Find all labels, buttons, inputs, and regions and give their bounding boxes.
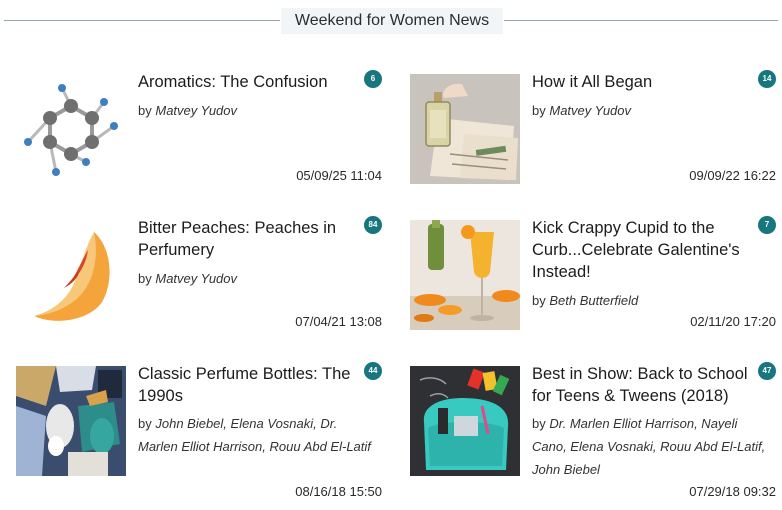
article-headline[interactable]: Bitter Peaches: Peaches in Perfumery [138, 217, 360, 261]
peach-slice-icon [16, 220, 126, 330]
section-header: Weekend for Women News [0, 6, 782, 38]
article-card: How it All Began 14 by Matvey Yudov 09/0… [410, 70, 776, 190]
header-divider-left [4, 20, 280, 21]
byline: by Matvey Yudov [532, 99, 772, 122]
perfume-bottles-collage-icon [16, 366, 126, 476]
author-names[interactable]: John Biebel, Elena Vosnaki, Dr. Marlen E… [138, 416, 371, 454]
byline-prefix: by [532, 103, 546, 118]
section-title: Weekend for Women News [281, 8, 503, 34]
article-card: Kick Crappy Cupid to the Curb...Celebrat… [410, 216, 776, 336]
article-date: 07/29/18 09:32 [689, 484, 776, 499]
author-names[interactable]: Matvey Yudov [155, 103, 237, 118]
mimosa-glass-oranges-icon [410, 220, 520, 330]
byline-prefix: by [532, 293, 546, 308]
article-thumbnail[interactable] [16, 74, 126, 184]
article-card: Classic Perfume Bottles: The 1990s 44 by… [16, 362, 382, 499]
comment-count-badge[interactable]: 84 [364, 216, 382, 234]
byline-prefix: by [532, 416, 546, 431]
article-headline[interactable]: Best in Show: Back to School for Teens &… [532, 363, 754, 407]
author-names[interactable]: Matvey Yudov [155, 271, 237, 286]
article-thumbnail[interactable] [16, 366, 126, 476]
author-names[interactable]: Beth Butterfield [549, 293, 638, 308]
backpack-chalkboard-icon [410, 366, 520, 476]
byline-prefix: by [138, 271, 152, 286]
article-card: Bitter Peaches: Peaches in Perfumery 84 … [16, 216, 382, 336]
byline: by Dr. Marlen Elliot Harrison, Nayeli Ca… [532, 412, 772, 481]
byline-prefix: by [138, 103, 152, 118]
comment-count-badge[interactable]: 6 [364, 70, 382, 88]
article-card: Aromatics: The Confusion 6 by Matvey Yud… [16, 70, 382, 190]
article-card: Best in Show: Back to School for Teens &… [410, 362, 776, 499]
article-thumbnail[interactable] [16, 220, 126, 330]
article-headline[interactable]: How it All Began [532, 71, 754, 93]
article-headline[interactable]: Aromatics: The Confusion [138, 71, 360, 93]
byline: by Beth Butterfield [532, 289, 772, 312]
header-divider-right [504, 20, 778, 21]
article-date: 07/04/21 13:08 [295, 314, 382, 329]
article-date: 02/11/20 17:20 [690, 314, 776, 329]
comment-count-badge[interactable]: 47 [758, 362, 776, 380]
byline-prefix: by [138, 416, 152, 431]
perfume-bottle-letters-icon [410, 74, 520, 184]
byline: by John Biebel, Elena Vosnaki, Dr. Marle… [138, 412, 378, 458]
article-date: 08/16/18 15:50 [295, 484, 382, 499]
article-headline[interactable]: Kick Crappy Cupid to the Curb...Celebrat… [532, 217, 754, 283]
article-headline[interactable]: Classic Perfume Bottles: The 1990s [138, 363, 360, 407]
article-date: 09/09/22 16:22 [689, 168, 776, 183]
byline: by Matvey Yudov [138, 267, 378, 290]
comment-count-badge[interactable]: 7 [758, 216, 776, 234]
byline: by Matvey Yudov [138, 99, 378, 122]
author-names[interactable]: Dr. Marlen Elliot Harrison, Nayeli Cano,… [532, 416, 765, 477]
benzene-molecule-icon [16, 74, 126, 184]
article-thumbnail[interactable] [410, 220, 520, 330]
author-names[interactable]: Matvey Yudov [549, 103, 631, 118]
article-date: 05/09/25 11:04 [296, 168, 382, 183]
article-thumbnail[interactable] [410, 74, 520, 184]
comment-count-badge[interactable]: 14 [758, 70, 776, 88]
comment-count-badge[interactable]: 44 [364, 362, 382, 380]
article-thumbnail[interactable] [410, 366, 520, 476]
